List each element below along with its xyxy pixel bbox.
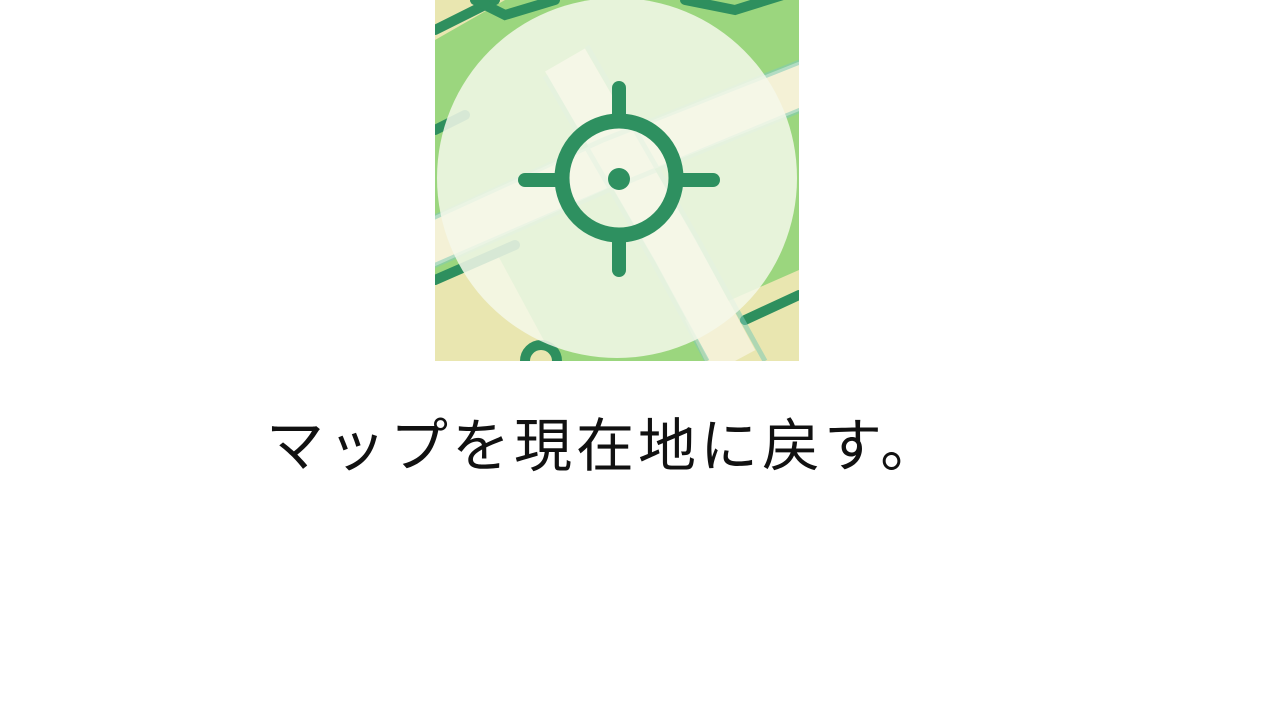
- recenter-map-button[interactable]: [435, 0, 799, 361]
- map-background: [435, 0, 799, 361]
- caption-text: マップを現在地に戻す。: [266, 412, 943, 480]
- tutorial-slide: マップを現在地に戻す。: [0, 0, 1280, 720]
